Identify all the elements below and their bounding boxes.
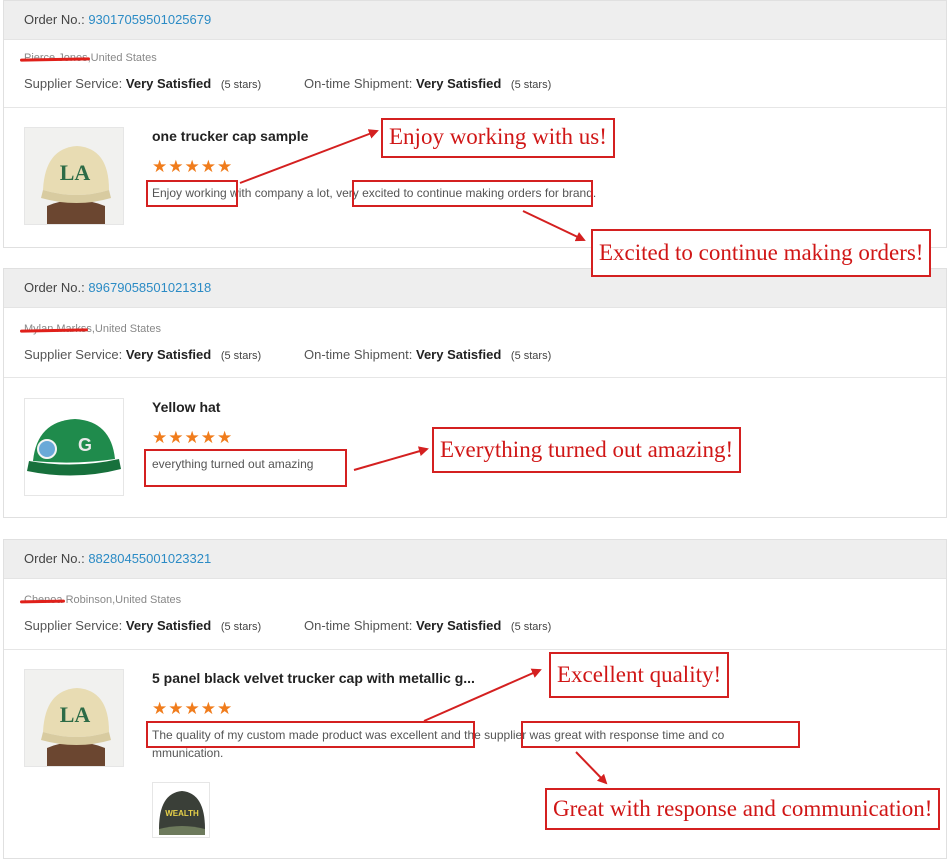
- product-thumbnail[interactable]: G: [24, 398, 124, 496]
- buyer-info: Chenoa Robinson,United States: [24, 594, 181, 606]
- product-thumbnail[interactable]: LA: [24, 669, 124, 767]
- shipment-stars: (5 stars): [510, 621, 552, 633]
- review-photo[interactable]: WEALTH: [152, 782, 210, 838]
- product-title[interactable]: 5 panel black velvet trucker cap with me…: [152, 670, 475, 686]
- callout-excellent-quality: Excellent quality!: [549, 652, 730, 698]
- supplier-service-label: Supplier Service:: [24, 618, 123, 633]
- star-icon: ★: [184, 428, 201, 447]
- star-icon: ★: [168, 428, 185, 447]
- order-number-label: Order No.:: [24, 551, 85, 566]
- star-icon: ★: [152, 157, 169, 176]
- shipment-label: On-time Shipment:: [304, 76, 413, 91]
- callout-enjoy-working: Enjoy working with us!: [381, 118, 615, 158]
- highlight-box: [146, 721, 475, 748]
- supplier-service-label: Supplier Service:: [24, 347, 123, 362]
- callout-response-communication: Great with response and communication!: [545, 788, 941, 830]
- shipment-label: On-time Shipment:: [304, 347, 413, 362]
- supplier-service-value: Very Satisfied: [125, 76, 212, 91]
- rating-stars: ★★★★★: [152, 429, 233, 446]
- cap-g-letter: G: [78, 435, 92, 455]
- shipment-value: Very Satisfied: [416, 76, 502, 91]
- callout-amazing: Everything turned out amazing!: [432, 427, 742, 473]
- highlight-box: [521, 721, 800, 748]
- shipment-rating: On-time Shipment: Very Satisfied (5 star…: [304, 76, 551, 91]
- buyer-location: Robinson,United States: [62, 594, 182, 606]
- order-header: Order No.: 93017059501025679: [4, 1, 946, 40]
- shipment-rating: On-time Shipment: Very Satisfied (5 star…: [304, 347, 551, 362]
- highlight-box: [144, 449, 347, 487]
- cap-la-letters: LA: [60, 160, 91, 185]
- supplier-service-label: Supplier Service:: [24, 76, 123, 91]
- buyer-info: Pierce Jones,United States: [24, 52, 157, 64]
- order-number-link[interactable]: 89679058501021318: [88, 280, 211, 295]
- supplier-service-stars: (5 stars): [220, 350, 262, 362]
- supplier-service-stars: (5 stars): [220, 79, 262, 91]
- shipment-rating: On-time Shipment: Very Satisfied (5 star…: [304, 618, 551, 633]
- service-ratings: Supplier Service: Very Satisfied (5 star…: [24, 618, 551, 633]
- star-icon: ★: [200, 157, 217, 176]
- star-icon: ★: [217, 428, 234, 447]
- star-icon: ★: [184, 157, 201, 176]
- rating-stars: ★★★★★: [152, 158, 233, 175]
- shipment-value: Very Satisfied: [416, 618, 502, 633]
- divider: [4, 107, 946, 108]
- divider: [4, 377, 946, 378]
- buyer-name-redacted: Chenoa: [24, 594, 63, 606]
- star-icon: ★: [168, 699, 185, 718]
- order-number-label: Order No.:: [24, 280, 85, 295]
- product-title[interactable]: one trucker cap sample: [152, 128, 308, 144]
- product-title[interactable]: Yellow hat: [152, 399, 220, 415]
- star-icon: ★: [200, 699, 217, 718]
- supplier-service-value: Very Satisfied: [125, 618, 212, 633]
- cap-wealth-text: WEALTH: [165, 809, 199, 818]
- star-icon: ★: [152, 699, 169, 718]
- order-header: Order No.: 88280455001023321: [4, 540, 946, 579]
- star-icon: ★: [217, 157, 234, 176]
- buyer-name-redacted: Pierce Jones: [24, 52, 88, 64]
- cap-green-g-image: G: [25, 399, 123, 495]
- supplier-service-stars: (5 stars): [220, 621, 262, 633]
- star-icon: ★: [217, 699, 234, 718]
- callout-excited-orders: Excited to continue making orders!: [591, 229, 932, 277]
- cap-la-image: LA: [25, 670, 123, 766]
- shipment-stars: (5 stars): [510, 350, 552, 362]
- service-ratings: Supplier Service: Very Satisfied (5 star…: [24, 76, 551, 91]
- highlight-box: [352, 180, 593, 207]
- cap-la-image: LA: [25, 128, 123, 224]
- star-icon: ★: [200, 428, 217, 447]
- star-icon: ★: [152, 428, 169, 447]
- product-thumbnail[interactable]: LA: [24, 127, 124, 225]
- shipment-value: Very Satisfied: [416, 347, 502, 362]
- cap-la-letters: LA: [60, 702, 91, 727]
- order-number-link[interactable]: 93017059501025679: [88, 12, 211, 27]
- highlight-box: [146, 180, 238, 207]
- buyer-location: s,United States: [86, 323, 161, 335]
- order-number-label: Order No.:: [24, 12, 85, 27]
- star-icon: ★: [184, 699, 201, 718]
- shipment-label: On-time Shipment:: [304, 618, 413, 633]
- review-text-continued: mmunication.: [152, 746, 224, 760]
- shipment-stars: (5 stars): [510, 79, 552, 91]
- cap-wealth-image: WEALTH: [153, 783, 209, 837]
- order-number-link[interactable]: 88280455001023321: [88, 551, 211, 566]
- divider: [4, 649, 946, 650]
- buyer-location: ,United States: [87, 52, 157, 64]
- buyer-name-redacted: Mylan Marks: [24, 323, 87, 335]
- rating-stars: ★★★★★: [152, 700, 233, 717]
- buyer-info: Mylan Markss,United States: [24, 323, 161, 335]
- star-icon: ★: [168, 157, 185, 176]
- supplier-service-value: Very Satisfied: [125, 347, 212, 362]
- service-ratings: Supplier Service: Very Satisfied (5 star…: [24, 347, 551, 362]
